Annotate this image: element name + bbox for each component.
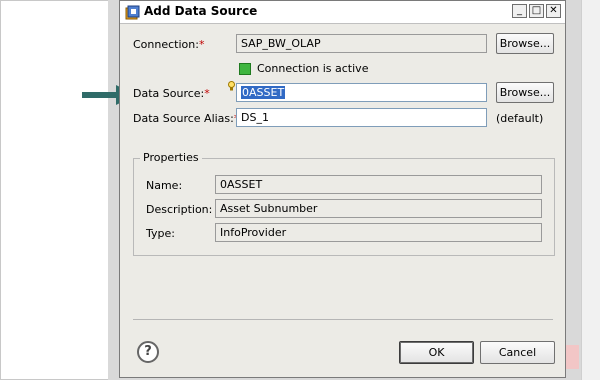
datasource-label: Data Source:*	[133, 87, 210, 100]
alias-default-note: (default)	[496, 112, 544, 125]
data-source-icon	[125, 5, 140, 20]
connection-field: SAP_BW_OLAP	[236, 34, 487, 53]
connection-status-icon	[239, 63, 251, 75]
description-label: Description:	[146, 203, 213, 216]
properties-group: Properties Name: 0ASSET Description: Ass…	[133, 151, 555, 256]
datasource-label-text: Data Source:	[133, 87, 205, 100]
required-marker: *	[204, 87, 210, 100]
alias-input[interactable]: DS_1	[236, 108, 487, 127]
help-icon[interactable]: ?	[137, 341, 159, 363]
alias-label: Data Source Alias:*	[133, 112, 239, 125]
alias-label-text: Data Source Alias:	[133, 112, 234, 125]
connection-label: Connection:*	[133, 38, 204, 51]
type-label: Type:	[146, 227, 175, 240]
footer-separator	[133, 319, 553, 320]
datasource-browse-button[interactable]: Browse...	[496, 82, 554, 103]
properties-title: Properties	[140, 151, 202, 164]
add-data-source-dialog: Add Data Source _ □ ✕ Connection:* SAP_B…	[119, 0, 566, 378]
cancel-button[interactable]: Cancel	[480, 341, 555, 364]
dialog-title: Add Data Source	[144, 4, 258, 18]
close-button[interactable]: ✕	[546, 4, 561, 18]
name-label: Name:	[146, 179, 183, 192]
name-field: 0ASSET	[215, 175, 542, 194]
description-field: Asset Subnumber	[215, 199, 542, 218]
datasource-input-value: 0ASSET	[241, 86, 286, 99]
datasource-input[interactable]: 0ASSET	[236, 83, 487, 102]
required-marker: *	[198, 38, 205, 51]
minimize-button[interactable]: _	[512, 4, 527, 18]
connection-browse-button[interactable]: Browse...	[496, 33, 554, 54]
connection-label-text: Connection:	[133, 38, 199, 51]
background-scrollbar[interactable]	[581, 0, 600, 380]
title-bar: Add Data Source _ □ ✕	[120, 1, 565, 24]
background-highlight	[565, 345, 579, 369]
ok-button[interactable]: OK	[399, 341, 474, 364]
maximize-button[interactable]: □	[529, 4, 544, 18]
content-assist-bulb-icon	[228, 81, 235, 91]
type-field: InfoProvider	[215, 223, 542, 242]
connection-status-text: Connection is active	[257, 62, 369, 75]
